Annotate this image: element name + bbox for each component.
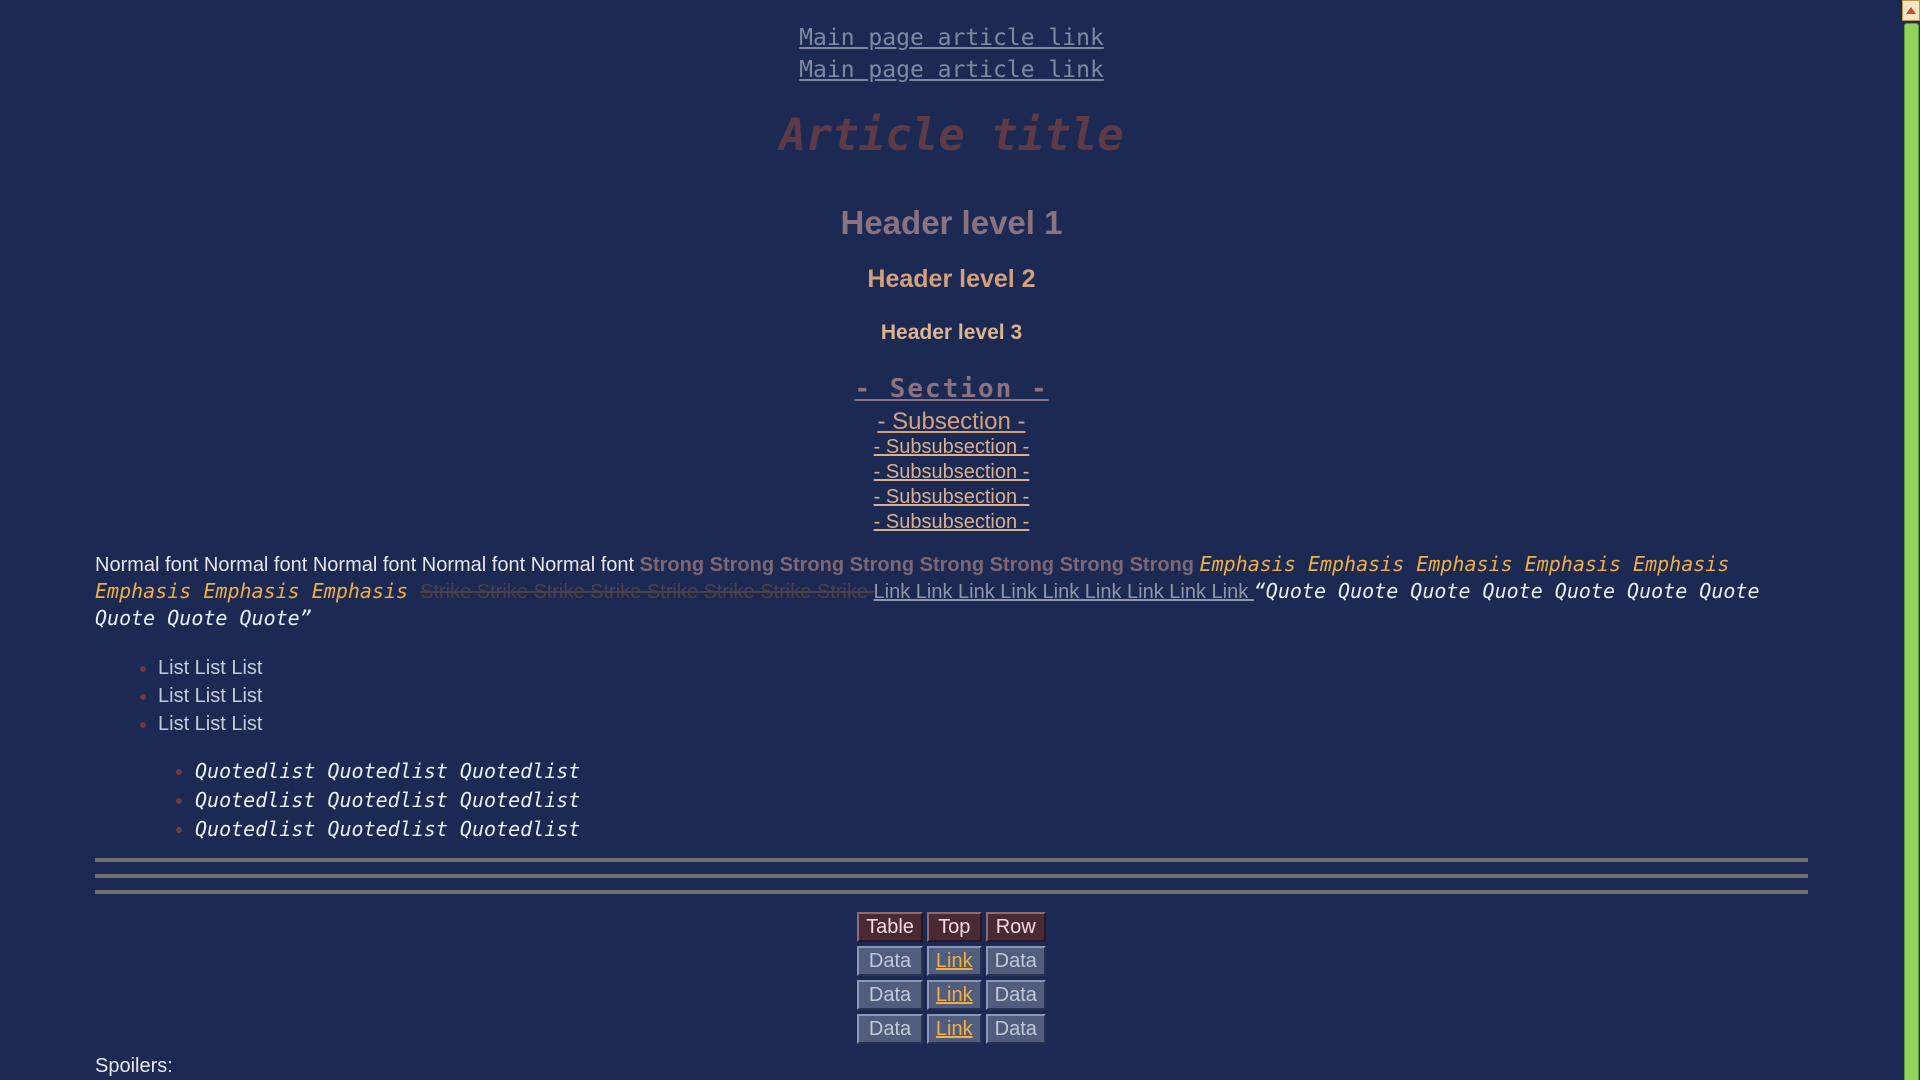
normal-text: Normal font Normal font Normal font Norm…	[95, 554, 640, 576]
vertical-scrollbar[interactable]	[1902, 0, 1920, 1080]
list-item: List List List	[158, 682, 1808, 710]
header-level-2: Header level 2	[95, 264, 1808, 294]
quoted-bullet-list: Quotedlist Quotedlist Quotedlist Quotedl…	[95, 757, 1808, 844]
table-data-cell: Data	[857, 1014, 923, 1044]
table-data-cell: Data	[857, 946, 923, 976]
subsection-link[interactable]: - Subsection -	[95, 408, 1808, 435]
bullet-list: List List List List List List List List …	[95, 654, 1808, 738]
up-arrow-icon	[1906, 7, 1916, 14]
horizontal-rule-2	[95, 874, 1808, 878]
table-header-row: Table Top Row	[857, 912, 1046, 942]
style-sample-paragraph: Normal font Normal font Normal font Norm…	[95, 551, 1808, 632]
table-data-cell: Data	[986, 1014, 1046, 1044]
table-header-cell: Row	[986, 912, 1046, 942]
table-data-cell: Data	[857, 980, 923, 1010]
quoted-list-item: Quotedlist Quotedlist Quotedlist	[195, 815, 1808, 844]
list-item: List List List	[158, 654, 1808, 682]
list-item: List List List	[158, 710, 1808, 738]
scrollbar-thumb[interactable]	[1904, 23, 1919, 1080]
subsubsection-link-2[interactable]: - Subsubsection -	[95, 460, 1808, 485]
table-header-cell: Table	[857, 912, 923, 942]
table-row: Data Link Data	[857, 980, 1046, 1010]
table-data-cell: Data	[986, 980, 1046, 1010]
subsubsection-link-4[interactable]: - Subsubsection -	[95, 510, 1808, 535]
article-title: Article title	[95, 110, 1808, 162]
table-link[interactable]: Link	[936, 950, 973, 972]
table-link[interactable]: Link	[936, 1018, 973, 1040]
table-header-cell: Top	[927, 912, 982, 942]
header-level-1: Header level 1	[95, 204, 1808, 242]
table-link-cell: Link	[927, 1014, 982, 1044]
top-nav: Main page article link Main page article…	[95, 22, 1808, 86]
scroll-up-button[interactable]	[1902, 0, 1920, 21]
quoted-list-item: Quotedlist Quotedlist Quotedlist	[195, 786, 1808, 815]
header-level-3: Header level 3	[95, 320, 1808, 346]
quoted-list-item: Quotedlist Quotedlist Quotedlist	[195, 757, 1808, 786]
inline-link[interactable]: Link Link Link Link Link Link Link Link …	[874, 581, 1254, 603]
table-link[interactable]: Link	[936, 984, 973, 1006]
horizontal-rule-3	[95, 890, 1808, 894]
table-link-cell: Link	[927, 980, 982, 1010]
strike-text: Strike Strike Strike Strike Strike Strik…	[420, 581, 873, 603]
table-of-contents: - Section - - Subsection - - Subsubsecti…	[95, 372, 1808, 535]
horizontal-rule-1	[95, 858, 1808, 862]
table-data-cell: Data	[986, 946, 1046, 976]
table-row: Data Link Data	[857, 1014, 1046, 1044]
subsubsection-link-1[interactable]: - Subsubsection -	[95, 435, 1808, 460]
subsubsection-link-3[interactable]: - Subsubsection -	[95, 485, 1808, 510]
main-page-link-1[interactable]: Main page article link	[95, 22, 1808, 54]
table-link-cell: Link	[927, 946, 982, 976]
section-link[interactable]: - Section -	[854, 372, 1048, 406]
spoilers-label: Spoilers:	[95, 1054, 1808, 1078]
main-page-link-2[interactable]: Main page article link	[95, 54, 1808, 86]
article-page: Main page article link Main page article…	[0, 0, 1920, 1078]
sample-table: Table Top Row Data Link Data Data Link D…	[853, 908, 1050, 1048]
strong-text: Strong Strong Strong Strong Strong Stron…	[640, 554, 1200, 576]
table-row: Data Link Data	[857, 946, 1046, 976]
